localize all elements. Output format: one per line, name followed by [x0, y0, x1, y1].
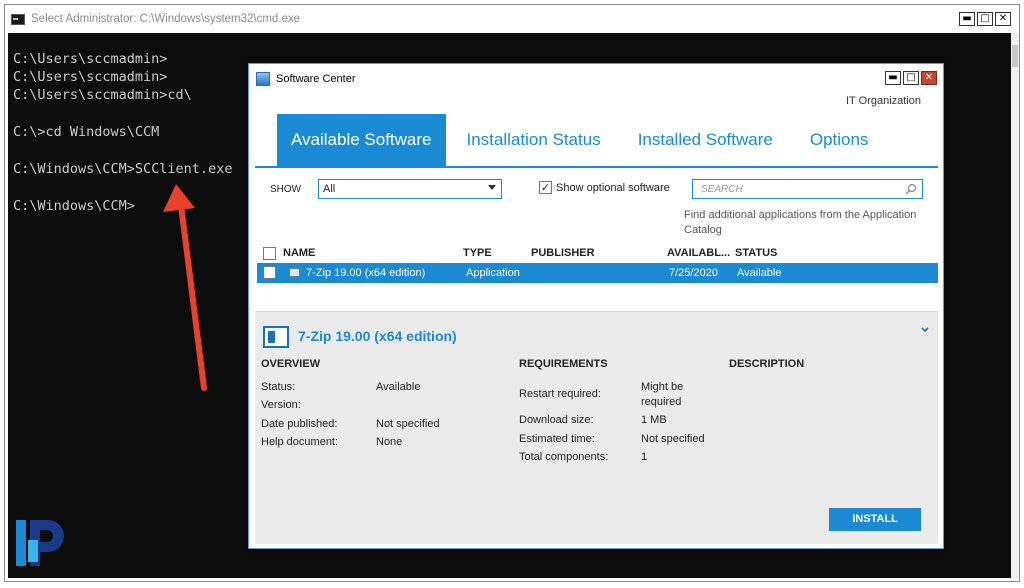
show-filter-select[interactable]: All: [318, 179, 502, 199]
overview-heading: OVERVIEW: [261, 358, 321, 370]
estimated-time-label: Estimated time:: [519, 433, 595, 445]
download-size-label: Download size:: [519, 414, 594, 426]
cmd-window-icon: [11, 13, 25, 25]
status-value: Available: [376, 381, 421, 393]
application-icon: [289, 268, 300, 277]
console-line: C:\Users\sccmadmin>: [13, 51, 168, 67]
table-row[interactable]: 7-Zip 19.00 (x64 edition) Application 7/…: [257, 263, 938, 283]
scrollbar-thumb[interactable]: [1012, 45, 1018, 67]
select-all-checkbox[interactable]: [263, 247, 276, 260]
restart-required-value: Might be: [641, 381, 684, 393]
tab-installed-software[interactable]: Installed Software: [624, 114, 787, 166]
tab-available-software[interactable]: Available Software: [277, 114, 446, 166]
download-size-value: 1 MB: [641, 414, 667, 426]
list-header: NAME TYPE PUBLISHER AVAILABL... STATUS: [255, 245, 938, 263]
tab-installation-status[interactable]: Installation Status: [453, 114, 615, 166]
console-line: C:\Users\sccmadmin>cd\: [13, 87, 192, 103]
software-center-content: Available Software Installation Status I…: [255, 114, 938, 544]
column-publisher[interactable]: PUBLISHER: [531, 247, 595, 259]
date-published-label: Date published:: [261, 418, 338, 430]
tab-options[interactable]: Options: [796, 114, 883, 166]
show-optional-toggle[interactable]: ✓ Show optional software: [539, 181, 670, 194]
application-large-icon: [263, 326, 289, 348]
tab-bar: Available Software Installation Status I…: [255, 114, 938, 168]
requirements-heading: REQUIREMENTS: [519, 358, 608, 370]
total-components-value: 1: [641, 451, 648, 463]
sc-close-button[interactable]: ✕: [921, 71, 937, 85]
console-line: C:\Users\sccmadmin>: [13, 69, 168, 85]
restart-required-label: Restart required:: [519, 388, 601, 400]
software-center-window-controls: ▬ □ ✕: [885, 71, 937, 85]
estimated-time-value: Not specified: [641, 433, 705, 445]
sc-minimize-button[interactable]: ▬: [885, 71, 901, 85]
help-document-value: None: [376, 436, 403, 448]
console-line: C:\Windows\CCM>SCClient.exe: [13, 161, 233, 177]
version-label: Version:: [261, 399, 301, 411]
row-checkbox[interactable]: [263, 266, 276, 279]
cmd-titlebar[interactable]: Select Administrator: C:\Windows\system3…: [5, 5, 1019, 33]
logo-icon: [16, 520, 64, 566]
organization-name: IT Organization: [845, 95, 921, 107]
chevron-down-icon: [488, 185, 496, 190]
cmd-maximize-button[interactable]: □: [977, 12, 993, 26]
date-published-value: Not specified: [376, 418, 440, 430]
show-label: SHOW: [270, 184, 302, 195]
column-status[interactable]: STATUS: [735, 247, 777, 259]
chevron-down-icon[interactable]: [921, 326, 929, 334]
row-name: 7-Zip 19.00 (x64 edition): [306, 267, 426, 279]
console-line: C:\Windows\CCM>: [13, 198, 135, 214]
total-components-label: Total components:: [519, 451, 609, 463]
cmd-scrollbar[interactable]: [1011, 33, 1019, 578]
search-placeholder: SEARCH: [701, 184, 743, 195]
cmd-close-button[interactable]: ✕: [995, 12, 1011, 26]
install-button[interactable]: INSTALL: [829, 508, 921, 531]
software-center-icon: [256, 72, 270, 86]
software-center-title: Software Center: [276, 73, 356, 85]
description-heading: DESCRIPTION: [729, 358, 805, 370]
software-center-window: Software Center ▬ □ ✕ IT Organization Av…: [248, 63, 944, 549]
row-status: Available: [737, 267, 782, 279]
search-input[interactable]: SEARCH: [692, 179, 923, 199]
status-label: Status:: [261, 381, 296, 393]
column-available[interactable]: AVAILABL...: [667, 247, 730, 259]
details-title: 7-Zip 19.00 (x64 edition): [298, 328, 457, 344]
show-optional-label: Show optional software: [556, 181, 670, 194]
cmd-minimize-button[interactable]: ▬: [959, 12, 975, 26]
show-optional-checkbox[interactable]: ✓: [539, 181, 552, 194]
software-center-titlebar[interactable]: Software Center: [249, 64, 943, 94]
cmd-title: Select Administrator: C:\Windows\system3…: [31, 13, 301, 25]
row-type: Application: [466, 267, 520, 279]
search-icon[interactable]: [905, 183, 917, 195]
sc-maximize-button[interactable]: □: [903, 71, 919, 85]
column-name[interactable]: NAME: [283, 247, 315, 259]
application-catalog-link[interactable]: Find additional applications from the Ap…: [684, 208, 929, 238]
row-available: 7/25/2020: [669, 267, 718, 279]
cmd-window-controls: ▬ □ ✕: [959, 12, 1011, 26]
restart-required-value-2: required: [641, 396, 682, 408]
show-filter-value: All: [323, 183, 336, 195]
help-document-label: Help document:: [261, 436, 339, 448]
details-pane: 7-Zip 19.00 (x64 edition) OVERVIEW REQUI…: [255, 311, 938, 544]
console-line: C:\>cd Windows\CCM: [13, 124, 160, 140]
column-type[interactable]: TYPE: [463, 247, 492, 259]
